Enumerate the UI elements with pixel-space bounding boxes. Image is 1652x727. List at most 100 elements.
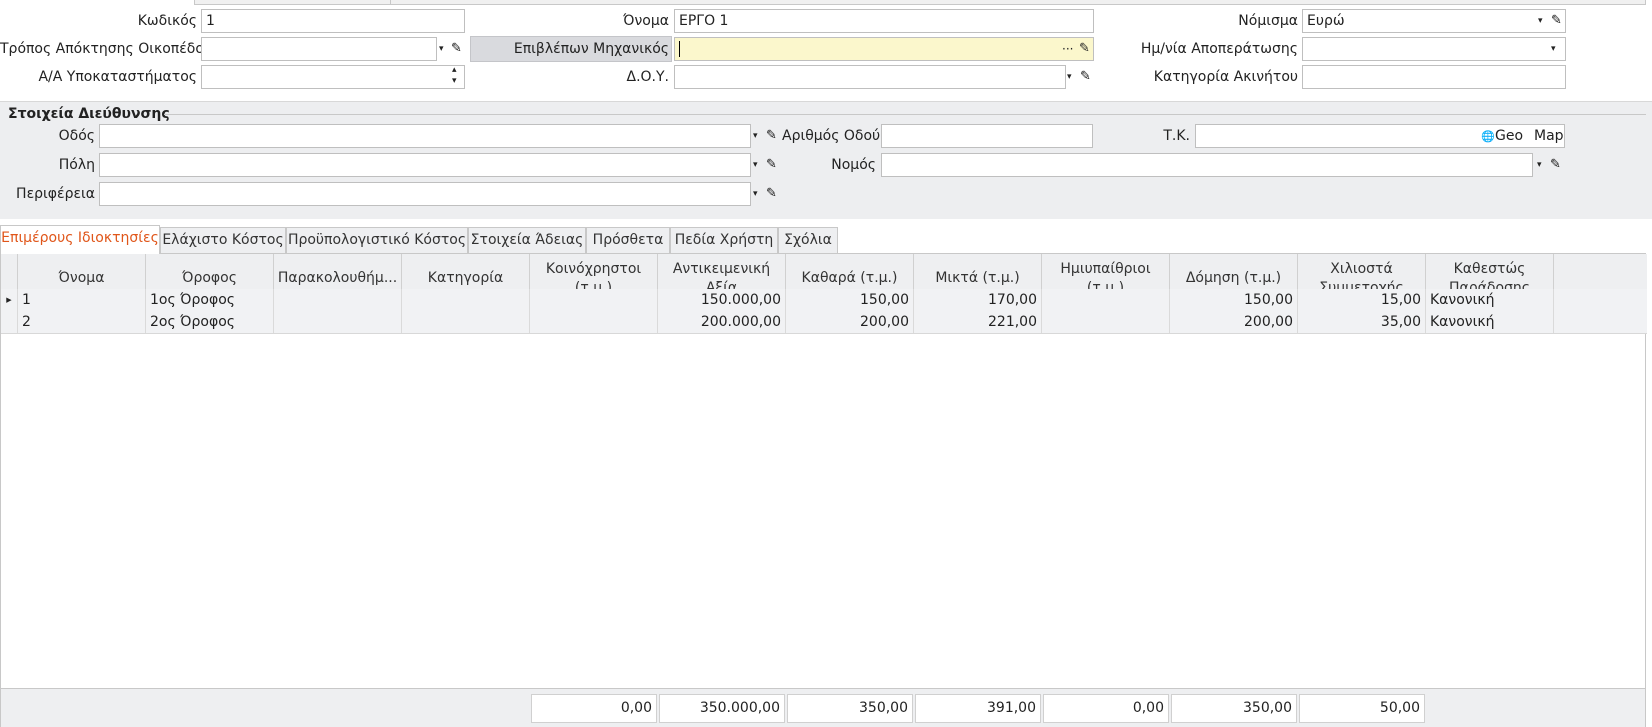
engineer-input-buttons: ··· ✎ [1060,37,1094,61]
cell-tracked[interactable] [274,311,402,333]
cell-floor[interactable]: 1ος Όροφος [146,289,274,311]
currency-select[interactable]: Ευρώ [1302,9,1566,33]
cell-semi-outdoor[interactable] [1042,311,1170,333]
name-label: Όνομα [623,13,669,29]
cell-floor[interactable]: 2ος Όροφος [146,311,274,333]
cell-category[interactable] [402,311,530,333]
cell-net-area[interactable]: 150,00 [786,289,914,311]
category-input[interactable] [1302,65,1566,89]
street-select[interactable] [99,124,751,148]
region-select[interactable] [99,182,751,206]
table-row[interactable]: 2 2ος Όροφος 200.000,00 200,00 221,00 20… [1,311,1647,334]
branch-spinner[interactable] [201,65,465,89]
tab-minimum-cost[interactable]: Ελάχιστο Κόστος [160,227,286,253]
region-dropdown-icon[interactable]: ▾ [753,183,758,205]
street-number-input[interactable] [881,124,1093,148]
cell-gross-area[interactable]: 221,00 [914,311,1042,333]
street-label: Οδός [58,128,95,144]
street-dropdown-icon[interactable]: ▾ [753,125,758,147]
name-input[interactable]: ΕΡΓΟ 1 [674,9,1094,33]
doy-label: Δ.Ο.Υ. [626,69,670,85]
map-button[interactable]: Map [1534,125,1564,147]
total-building: 350,00 [1171,694,1297,723]
tab-properties[interactable]: Επιμέρους Ιδιοκτησίες [0,225,160,254]
engineer-label: Επιβλέπων Μηχανικός [513,41,669,57]
tab-comments[interactable]: Σχόλια [778,227,838,253]
grid-totals-footer: 0,00 350.000,00 350,00 391,00 0,00 350,0… [1,688,1645,727]
total-permille: 50,00 [1299,694,1425,723]
total-gross-area: 391,00 [915,694,1041,723]
cell-building[interactable]: 150,00 [1170,289,1298,311]
acquisition-select[interactable] [201,37,437,61]
properties-grid: Όνομα Όροφος Παρακολουθήμ... Κατηγορία Κ… [0,253,1647,727]
code-input[interactable]: 1 [201,9,465,33]
outer-tab-edge [194,0,1646,5]
prefecture-select[interactable] [881,153,1533,177]
city-dropdown-icon[interactable]: ▾ [753,154,758,176]
cell-semi-outdoor[interactable] [1042,289,1170,311]
acquisition-dropdown-icon[interactable]: ▾ [439,38,444,60]
tab-budget-cost[interactable]: Προϋπολογιστικό Κόστος [286,227,468,253]
code-label: Κωδικός [137,13,197,29]
cell-objective-value[interactable]: 200.000,00 [658,311,786,333]
total-common-area: 0,00 [531,694,657,723]
cell-delivery-status[interactable]: Κανονική [1426,289,1554,311]
city-edit-icon[interactable]: ✎ [766,154,777,176]
tab-permit-details[interactable]: Στοιχεία Άδειας [468,227,586,253]
cell-name[interactable]: 1 [18,289,146,311]
address-group-divider [164,114,1646,115]
currency-label: Νόμισμα [1238,13,1298,29]
acquisition-edit-icon[interactable]: ✎ [451,38,462,60]
outer-tab-split [390,0,391,5]
region-edit-icon[interactable]: ✎ [766,183,777,205]
detail-tabs: Επιμέρους Ιδιοκτησίες Ελάχιστο Κόστος Πρ… [0,225,1652,254]
cell-gross-area[interactable]: 170,00 [914,289,1042,311]
cell-building[interactable]: 200,00 [1170,311,1298,333]
table-row[interactable]: ▶ 1 1ος Όροφος 150.000,00 150,00 170,00 … [1,289,1647,312]
prefecture-edit-icon[interactable]: ✎ [1550,154,1561,176]
total-net-area: 350,00 [787,694,913,723]
city-select[interactable] [99,153,751,177]
doy-select[interactable] [674,65,1066,89]
doy-dropdown-icon[interactable]: ▾ [1067,66,1072,88]
cell-net-area[interactable]: 200,00 [786,311,914,333]
row-indicator-empty [1,311,18,333]
row-indicator-icon: ▶ [1,289,18,311]
currency-dropdown-icon[interactable]: ▾ [1538,10,1543,32]
engineer-input[interactable] [674,37,1060,61]
completion-date-input[interactable] [1302,37,1566,61]
cell-common-area[interactable] [530,311,658,333]
street-number-label: Αριθμός Οδού [782,128,881,144]
completion-date-label: Ημ/νία Αποπεράτωσης [1140,41,1298,57]
cell-delivery-status[interactable]: Κανονική [1426,311,1554,333]
currency-edit-icon[interactable]: ✎ [1551,10,1562,32]
acquisition-label: Τρόπος Απόκτησης Οικοπέδου [0,41,213,57]
engineer-edit-icon[interactable]: ✎ [1079,38,1090,60]
spin-down-icon[interactable]: ▾ [452,75,457,87]
address-group: Στοιχεία Διεύθυνσης Οδός ▾ ✎ Αριθμός Οδο… [0,101,1652,219]
completion-dropdown-icon[interactable]: ▾ [1551,38,1556,60]
cell-common-area[interactable] [530,289,658,311]
city-label: Πόλη [58,157,95,173]
branch-label: Α/Α Υποκαταστήματος [38,69,197,85]
cell-tracked[interactable] [274,289,402,311]
cell-name[interactable]: 2 [18,311,146,333]
prefecture-dropdown-icon[interactable]: ▾ [1537,154,1542,176]
category-label: Κατηγορία Ακινήτου [1153,69,1298,85]
globe-icon: 🌐 [1481,130,1495,143]
engineer-ellipsis-icon[interactable]: ··· [1062,38,1073,60]
total-objective-value: 350.000,00 [659,694,785,723]
postal-code-label: Τ.Κ. [1163,128,1190,144]
tab-additional[interactable]: Πρόσθετα [586,227,670,253]
address-group-title: Στοιχεία Διεύθυνσης [8,106,170,122]
prefecture-label: Νομός [831,157,876,173]
cell-objective-value[interactable]: 150.000,00 [658,289,786,311]
cell-category[interactable] [402,289,530,311]
geo-button[interactable]: Geo [1495,125,1523,147]
street-edit-icon[interactable]: ✎ [766,125,777,147]
doy-edit-icon[interactable]: ✎ [1080,66,1091,88]
total-semi-outdoor: 0,00 [1043,694,1169,723]
tab-user-fields[interactable]: Πεδία Χρήστη [670,227,778,253]
cell-permille[interactable]: 15,00 [1298,289,1426,311]
cell-permille[interactable]: 35,00 [1298,311,1426,333]
